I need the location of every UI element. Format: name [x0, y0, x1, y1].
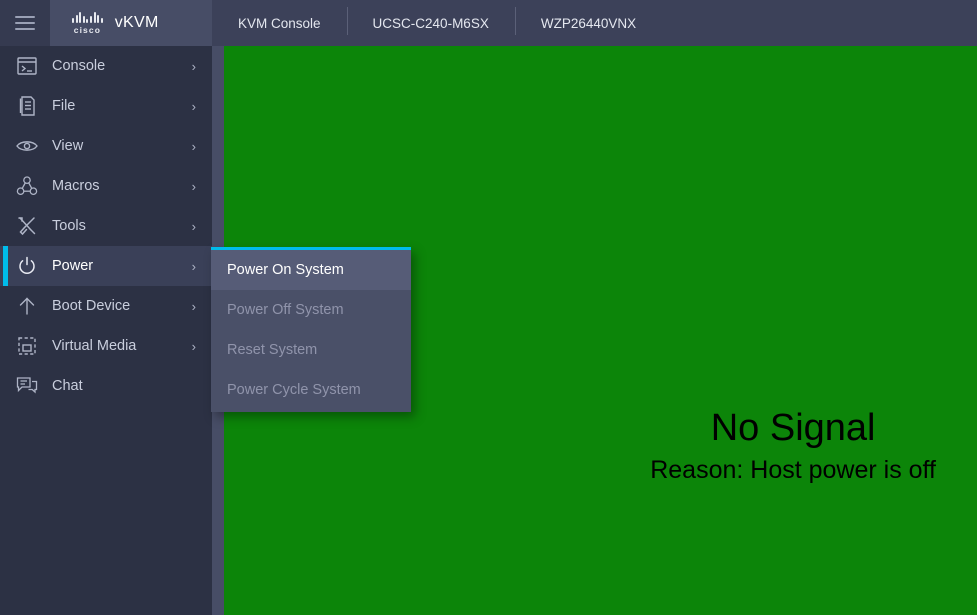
vkvm-window: cisco vKVM KVM Console UCSC-C240-M6SX WZ… — [0, 0, 977, 615]
cisco-logo-icon: cisco — [72, 11, 103, 35]
no-signal-reason: Reason: Host power is off — [650, 455, 936, 484]
menu-item-power-off-system: Power Off System — [227, 302, 344, 318]
chevron-right-icon: › — [191, 298, 196, 314]
sidebar-item-label: Virtual Media — [52, 338, 137, 354]
power-icon — [14, 253, 40, 279]
active-accent-bar — [3, 246, 8, 286]
active-accent-bar — [3, 126, 8, 166]
sidebar-item-label: Tools — [52, 218, 86, 234]
terminal-icon — [14, 53, 40, 79]
sidebar-item-view[interactable]: View › — [0, 126, 212, 166]
brand-block: cisco vKVM — [50, 0, 212, 46]
active-accent-bar — [3, 206, 8, 246]
main-sidebar: Console › File › View › Macros › Tools ›… — [0, 46, 212, 615]
active-accent-bar — [3, 46, 8, 86]
dashed-square-icon — [14, 333, 40, 359]
chevron-right-icon: › — [191, 338, 196, 354]
sidebar-item-virtual-media[interactable]: Virtual Media › — [0, 326, 212, 366]
menu-item-power-on-system[interactable]: Power On System — [211, 250, 411, 290]
active-accent-bar — [3, 366, 8, 406]
header-info-serial: WZP26440VNX — [514, 6, 662, 35]
active-accent-bar — [3, 286, 8, 326]
app-header: cisco vKVM KVM Console UCSC-C240-M6SX WZ… — [0, 0, 977, 46]
sidebar-item-tools[interactable]: Tools › — [0, 206, 212, 246]
sidebar-item-macros[interactable]: Macros › — [0, 166, 212, 206]
sidebar-item-chat[interactable]: Chat — [0, 366, 212, 406]
chevron-right-icon: › — [191, 138, 196, 154]
chat-bubble-icon — [14, 373, 40, 399]
menu-item-reset-system: Reset System — [227, 342, 318, 358]
tools-icon — [14, 213, 40, 239]
header-info-kvm-console: KVM Console — [238, 15, 321, 31]
sidebar-item-file[interactable]: File › — [0, 86, 212, 126]
sidebar-item-label: File — [52, 98, 76, 114]
arrow-up-icon — [14, 293, 40, 319]
sidebar-item-label: Chat — [52, 378, 83, 394]
power-submenu: Power On System Power Off System Reset S… — [211, 247, 411, 412]
menu-item-power-cycle-system: Power Cycle System — [227, 382, 361, 398]
chevron-right-icon: › — [191, 178, 196, 194]
sidebar-item-label: Console — [52, 58, 106, 74]
no-signal-message: No Signal Reason: Host power is off — [650, 407, 936, 484]
active-accent-bar — [3, 86, 8, 126]
header-info-bar: KVM Console UCSC-C240-M6SX WZP26440VNX — [212, 0, 977, 46]
hamburger-menu-button[interactable] — [0, 0, 50, 46]
chevron-right-icon: › — [191, 258, 196, 274]
active-accent-bar — [3, 166, 8, 206]
sidebar-item-power[interactable]: Power › — [0, 246, 212, 286]
app-title: vKVM — [114, 14, 159, 31]
header-info-server-model: UCSC-C240-M6SX — [346, 6, 515, 35]
chevron-right-icon: › — [191, 218, 196, 234]
no-signal-title: No Signal — [710, 407, 876, 449]
sidebar-item-label: View — [52, 138, 84, 154]
sidebar-item-label: Macros — [52, 178, 100, 194]
sidebar-item-boot-device[interactable]: Boot Device › — [0, 286, 212, 326]
cisco-wordmark: cisco — [73, 24, 101, 35]
document-icon — [14, 93, 40, 119]
active-accent-bar — [3, 326, 8, 366]
eye-icon — [14, 133, 40, 159]
hamburger-icon — [15, 16, 35, 30]
sidebar-item-label: Power — [52, 258, 94, 274]
chevron-right-icon: › — [191, 58, 196, 74]
sidebar-item-label: Boot Device — [52, 298, 131, 314]
chevron-right-icon: › — [191, 98, 196, 114]
macros-nodes-icon — [14, 173, 40, 199]
sidebar-item-console[interactable]: Console › — [0, 46, 212, 86]
